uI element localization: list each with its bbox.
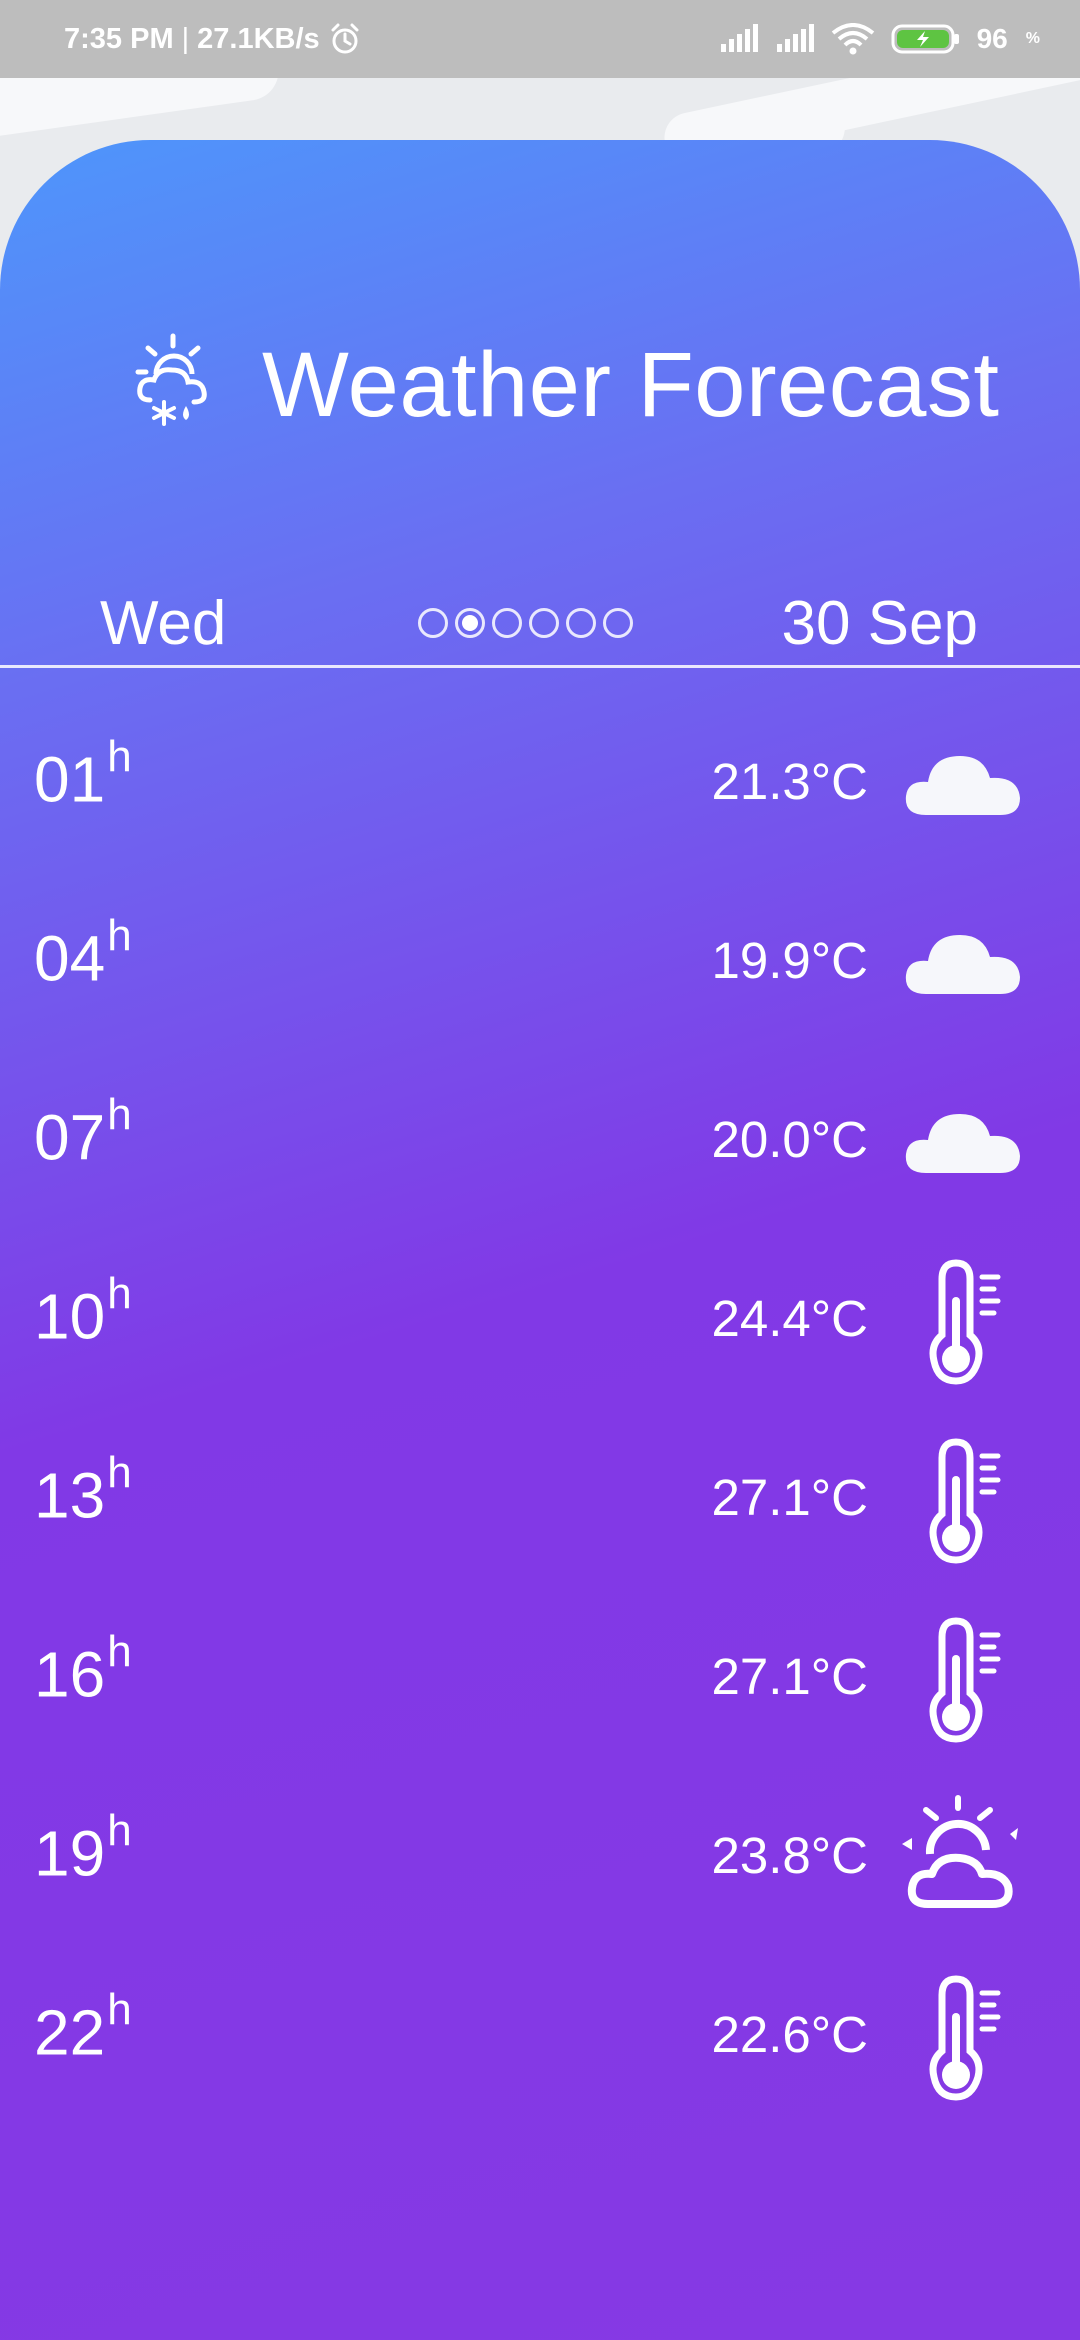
page-title: Weather Forecast: [262, 334, 1000, 436]
hourly-row: 07h 20.0°C: [0, 1058, 1080, 1237]
temperature: 27.1°C: [711, 1469, 869, 1526]
status-separator: |: [181, 22, 190, 55]
signal-icon-2: [776, 24, 814, 52]
day-navigation[interactable]: Wed 30 Sep: [0, 560, 1080, 670]
temperature: 27.1°C: [711, 1648, 869, 1705]
page-dot[interactable]: [566, 608, 596, 638]
thermometer-icon: [929, 1438, 1001, 1564]
header: Weather Forecast: [0, 300, 1080, 470]
hourly-row: 22h 22.6°C: [0, 1953, 1080, 2132]
hour-label: 04h: [34, 911, 132, 995]
day-label: Wed: [100, 589, 227, 658]
hourly-list: 01h 21.3°C 04h 19.9°C 07h 20.0°C 10h 24.…: [0, 700, 1080, 2132]
page-dot[interactable]: [603, 608, 633, 638]
divider: [0, 665, 1080, 668]
snow-sun-cloud-icon: [135, 333, 207, 426]
hour-label: 13h: [34, 1448, 132, 1532]
status-bar: 7:35 PM | 27.1KB/s 96 %: [0, 0, 1080, 78]
battery-level: 96: [976, 23, 1008, 54]
hour-label: 07h: [34, 1090, 132, 1174]
hourly-row: 13h 27.1°C: [0, 1416, 1080, 1595]
battery-unit: %: [1025, 30, 1040, 47]
hourly-row: 19h 23.8°C: [0, 1774, 1080, 1953]
cloud-icon: [905, 935, 1020, 994]
wifi-icon: [831, 23, 874, 55]
sun-cloud-icon: [902, 1795, 1018, 1908]
hourly-row: 04h 19.9°C: [0, 879, 1080, 1058]
hour-label: 10h: [34, 1269, 132, 1353]
thermometer-icon: [929, 1975, 1001, 2101]
hour-label: 16h: [34, 1627, 132, 1711]
temperature: 24.4°C: [711, 1290, 869, 1347]
cloud-icon: [905, 1114, 1020, 1173]
hour-label: 22h: [34, 1985, 132, 2069]
battery-charging-icon: [891, 24, 959, 54]
page-dot[interactable]: [492, 608, 522, 638]
date-label: 30 Sep: [781, 589, 978, 658]
page-dot-active[interactable]: [455, 608, 485, 638]
status-time: 7:35 PM: [64, 22, 174, 55]
page-indicator[interactable]: [418, 608, 633, 638]
page-dot[interactable]: [529, 608, 559, 638]
hourly-row: 10h 24.4°C: [0, 1237, 1080, 1416]
hourly-row: 16h 27.1°C: [0, 1595, 1080, 1774]
forecast-card: Weather Forecast Wed 30 Sep 01h 21.3°C 0…: [0, 140, 1080, 2340]
alarm-icon: [331, 23, 359, 54]
temperature: 23.8°C: [711, 1827, 869, 1884]
hour-label: 01h: [34, 732, 132, 816]
thermometer-icon: [929, 1617, 1001, 1743]
page-dot[interactable]: [418, 608, 448, 638]
temperature: 20.0°C: [711, 1111, 869, 1168]
temperature: 22.6°C: [711, 2006, 869, 2063]
signal-icon: [720, 24, 758, 52]
hour-label: 19h: [34, 1806, 132, 1890]
temperature: 19.9°C: [711, 932, 869, 989]
status-network-speed: 27.1KB/s: [197, 22, 320, 55]
thermometer-icon: [929, 1259, 1001, 1385]
hourly-row: 01h 21.3°C: [0, 700, 1080, 879]
temperature: 21.3°C: [711, 753, 869, 810]
cloud-icon: [905, 756, 1020, 815]
